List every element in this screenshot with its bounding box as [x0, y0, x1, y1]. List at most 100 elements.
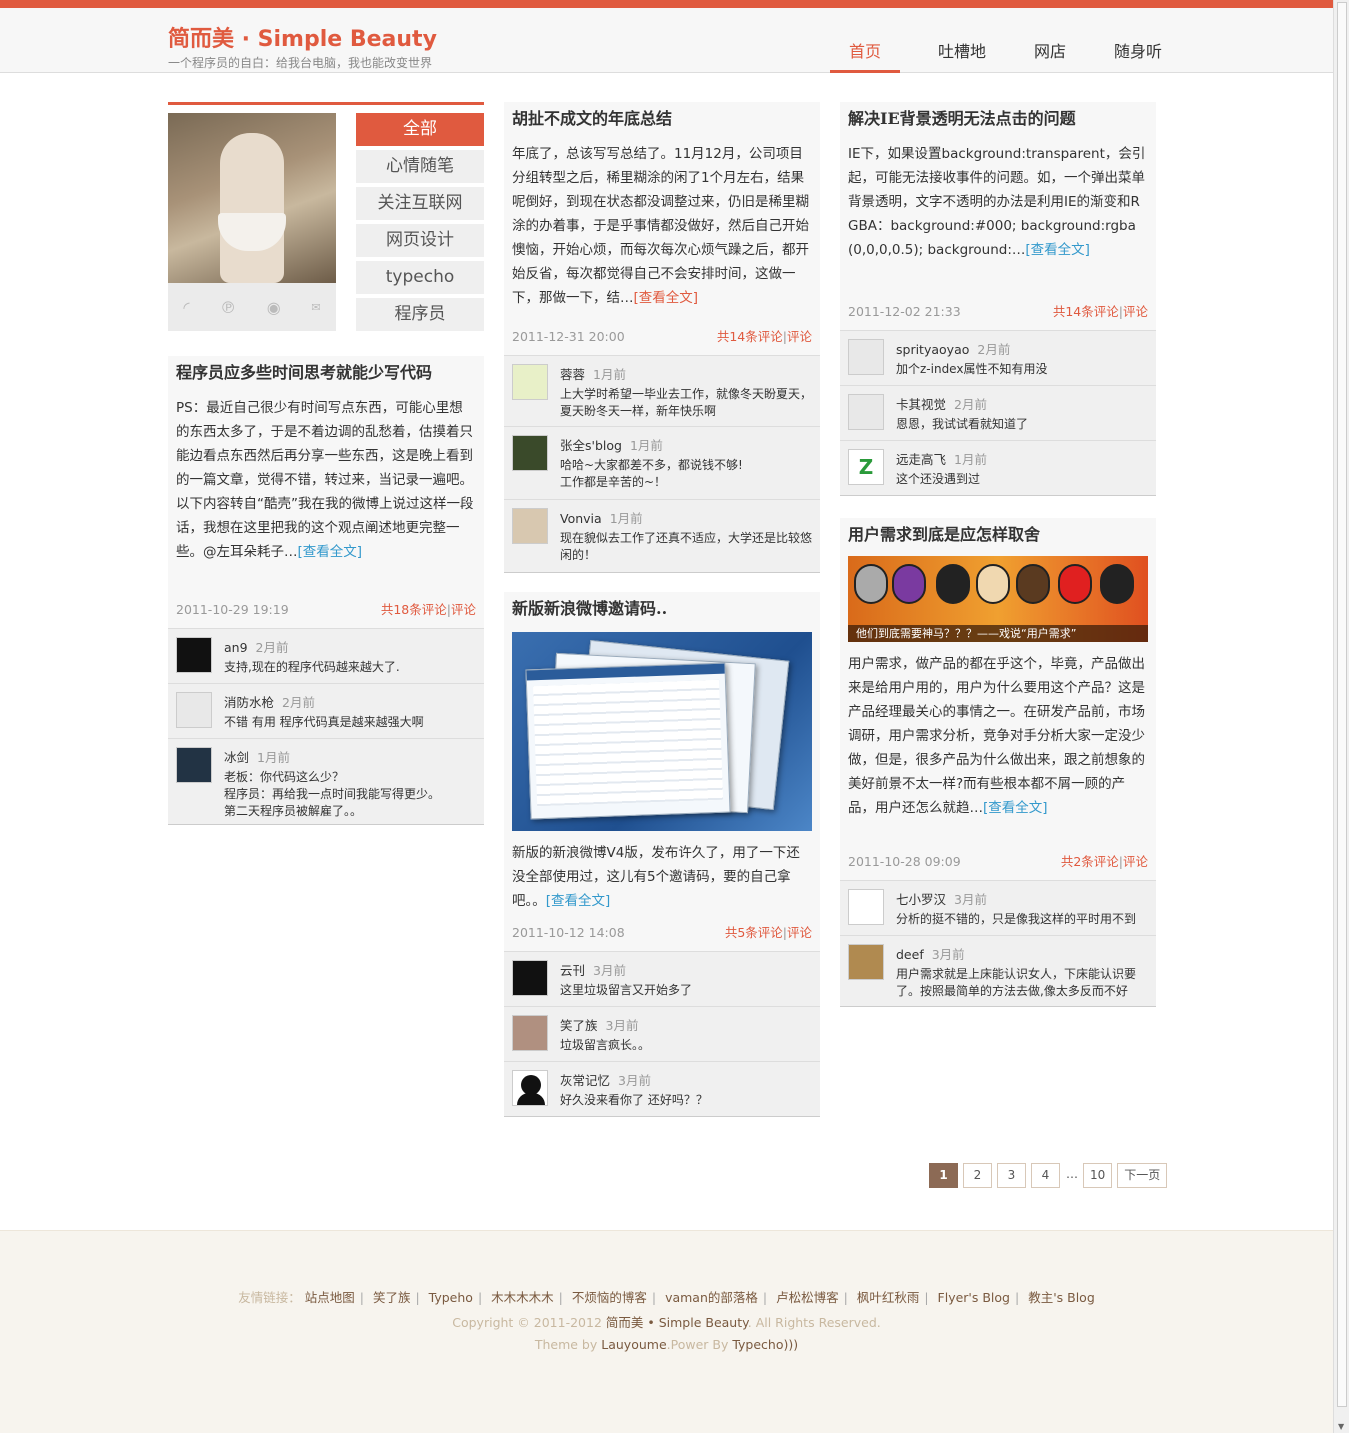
read-more-link[interactable]: [查看全文] — [298, 544, 363, 560]
comment-text: 这个还没遇到过 — [896, 472, 981, 486]
post-title[interactable]: 用户需求到底是应怎样取舍 — [840, 518, 1156, 552]
friend-link[interactable]: 教主's Blog — [1028, 1290, 1095, 1305]
comment-author[interactable]: 远走高飞 — [896, 452, 946, 467]
category-programmer[interactable]: 程序员 — [356, 298, 484, 331]
comment-author[interactable]: 消防水枪 — [224, 695, 274, 710]
comment-link[interactable]: 评论 — [787, 925, 812, 940]
main-nav: 首页 吐槽地 网店 随身听 — [830, 32, 1182, 73]
vertical-scrollbar[interactable]: ▲ ▼ — [1333, 0, 1349, 1433]
comment-time: 2月前 — [255, 640, 289, 655]
comment-time: 3月前 — [618, 1073, 651, 1088]
weibo-icon[interactable]: ◉ — [267, 298, 281, 317]
comment-author[interactable]: sprityaoyao — [896, 342, 969, 357]
post-card: 解决IE背景透明无法点击的问题 IE下，如果设置background:trans… — [840, 102, 1156, 496]
site-footer: 友情链接： 站点地图 | 笑了族 | Typeho | 木木木木木 | 不烦恼的博客 | … — [0, 1230, 1333, 1433]
typecho-link[interactable]: Typecho))) — [732, 1337, 798, 1352]
comment-author[interactable]: an9 — [224, 640, 248, 655]
page-3[interactable]: 3 — [997, 1163, 1026, 1188]
comment-author[interactable]: 灰常记忆 — [560, 1073, 610, 1088]
post-title[interactable]: 解决IE背景透明无法点击的问题 — [840, 102, 1156, 136]
comment-author[interactable]: 冰剑 — [224, 750, 249, 765]
read-more-link[interactable]: [查看全文] — [546, 893, 611, 909]
post-title[interactable]: 程序员应多些时间思考就能少写代码 — [168, 356, 484, 390]
friend-link[interactable]: 木木木木木 — [491, 1290, 554, 1305]
page-4[interactable]: 4 — [1031, 1163, 1060, 1188]
rss-icon[interactable]: ◜ — [183, 298, 189, 317]
next-page-button[interactable]: 下一页 — [1117, 1163, 1168, 1188]
pinboard-icon[interactable]: ℗ — [220, 298, 236, 317]
category-typecho[interactable]: typecho — [356, 261, 484, 294]
friend-link[interactable]: Typeho — [429, 1290, 473, 1305]
avatar — [512, 508, 548, 544]
theme-author-link[interactable]: Lauyoume — [601, 1337, 666, 1352]
category-mood[interactable]: 心情随笔 — [356, 150, 484, 183]
site-tagline: 一个程序员的自白：给我台电脑，我也能改变世界 — [168, 56, 433, 70]
comment-author[interactable]: 卡其视觉 — [896, 397, 946, 412]
comment-count-link[interactable]: 共14条评论 — [1053, 304, 1119, 319]
comment-link[interactable]: 评论 — [1123, 304, 1148, 319]
category-all[interactable]: 全部 — [356, 113, 484, 146]
mail-icon[interactable]: ✉ — [311, 301, 320, 314]
comment-count-link[interactable]: 共2条评论 — [1061, 854, 1119, 869]
comment-time: 2月前 — [954, 397, 987, 412]
post-date: 2011-10-29 19:19 — [176, 602, 289, 617]
comment-item: 笑了族 3月前 垃圾留言疯长。。 — [504, 1006, 820, 1061]
scrollbar-thumb[interactable] — [1337, 2, 1347, 1407]
comment-link[interactable]: 评论 — [787, 329, 812, 344]
avatar — [176, 747, 212, 783]
comment-author[interactable]: Vonvia — [560, 511, 602, 526]
read-more-link[interactable]: [查看全文] — [1025, 242, 1090, 258]
footer-site-link[interactable]: 简而美 • Simple Beauty — [606, 1315, 748, 1330]
avatar — [848, 394, 884, 430]
comment-author[interactable]: 笑了族 — [560, 1018, 598, 1033]
page-10[interactable]: 10 — [1083, 1163, 1113, 1188]
friend-link[interactable]: 笑了族 — [373, 1290, 411, 1305]
friend-link[interactable]: 不烦恼的博客 — [572, 1290, 647, 1305]
comment-author[interactable]: 张全s'blog — [560, 438, 622, 453]
friend-link[interactable]: Flyer's Blog — [938, 1290, 1010, 1305]
comment-link[interactable]: 评论 — [451, 602, 476, 617]
comment-text: 这里垃圾留言又开始多了 — [560, 983, 693, 997]
page-2[interactable]: 2 — [963, 1163, 992, 1188]
comment-time: 2月前 — [977, 342, 1011, 357]
copyright: Copyright © 2011-2012 简而美 • Simple Beaut… — [0, 1312, 1333, 1331]
profile-photo — [168, 113, 336, 283]
comment-text: 加个z-index属性不知有用没 — [896, 362, 1048, 376]
site-logo[interactable]: 简而美 · Simple Beauty — [168, 21, 437, 53]
comment-link[interactable]: 评论 — [1123, 854, 1148, 869]
read-more-link[interactable]: [查看全文] — [983, 800, 1048, 816]
nav-home[interactable]: 首页 — [830, 32, 900, 73]
scroll-down-icon[interactable]: ▼ — [1338, 1422, 1344, 1431]
friend-link[interactable]: 站点地图 — [305, 1290, 355, 1305]
comment-item: sprityaoyao 2月前加个z-index属性不知有用没 — [840, 330, 1156, 385]
read-more-link[interactable]: [查看全文] — [634, 290, 699, 306]
post-date: 2011-12-31 20:00 — [512, 329, 625, 344]
comment-count-link[interactable]: 共18条评论 — [381, 602, 447, 617]
avatar — [176, 637, 212, 673]
pagination: 1 2 3 4 … 10 下一页 — [929, 1163, 1172, 1188]
comment-author[interactable]: 七小罗汉 — [896, 892, 946, 907]
nav-music[interactable]: 随身听 — [1094, 32, 1182, 73]
comment-author[interactable]: 蓉蓉 — [560, 367, 585, 382]
post-title[interactable]: 胡扯不成文的年底总结 — [504, 102, 820, 136]
post-card: 程序员应多些时间思考就能少写代码 PS：最近自己很少有时间写点东西，可能心里想的… — [168, 356, 484, 825]
comment-count-link[interactable]: 共5条评论 — [725, 925, 783, 940]
comment-author[interactable]: deef — [896, 947, 924, 962]
friend-link[interactable]: 枫叶红秋雨 — [857, 1290, 920, 1305]
comment-item: an9 2月前 支持,现在的程序代码越来越大了. — [168, 628, 484, 683]
friend-link[interactable]: vaman的部落格 — [665, 1290, 758, 1305]
page-1[interactable]: 1 — [929, 1163, 958, 1188]
page-ellipsis: … — [1066, 1167, 1078, 1181]
nav-rant[interactable]: 吐槽地 — [918, 32, 1006, 73]
post-excerpt: IE下，如果设置background:transparent，会引起，可能无法接… — [848, 146, 1146, 258]
friend-link[interactable]: 卢松松博客 — [776, 1290, 839, 1305]
category-webdesign[interactable]: 网页设计 — [356, 224, 484, 257]
post-excerpt: PS：最近自己很少有时间写点东西，可能心里想的东西太多了，于是不着边调的乱愁着，… — [176, 400, 474, 560]
nav-shop[interactable]: 网店 — [1006, 32, 1094, 73]
image-caption: 他们到底需要神马？？？——戏说“用户需求” — [848, 625, 1148, 642]
post-title[interactable]: 新版新浪微博邀请码.. — [504, 592, 820, 626]
comment-item: Z 远走高飞 1月前 这个还没遇到过 — [840, 440, 1156, 495]
comment-count-link[interactable]: 共14条评论 — [717, 329, 783, 344]
category-internet[interactable]: 关注互联网 — [356, 187, 484, 220]
comment-author[interactable]: 云刊 — [560, 963, 585, 978]
